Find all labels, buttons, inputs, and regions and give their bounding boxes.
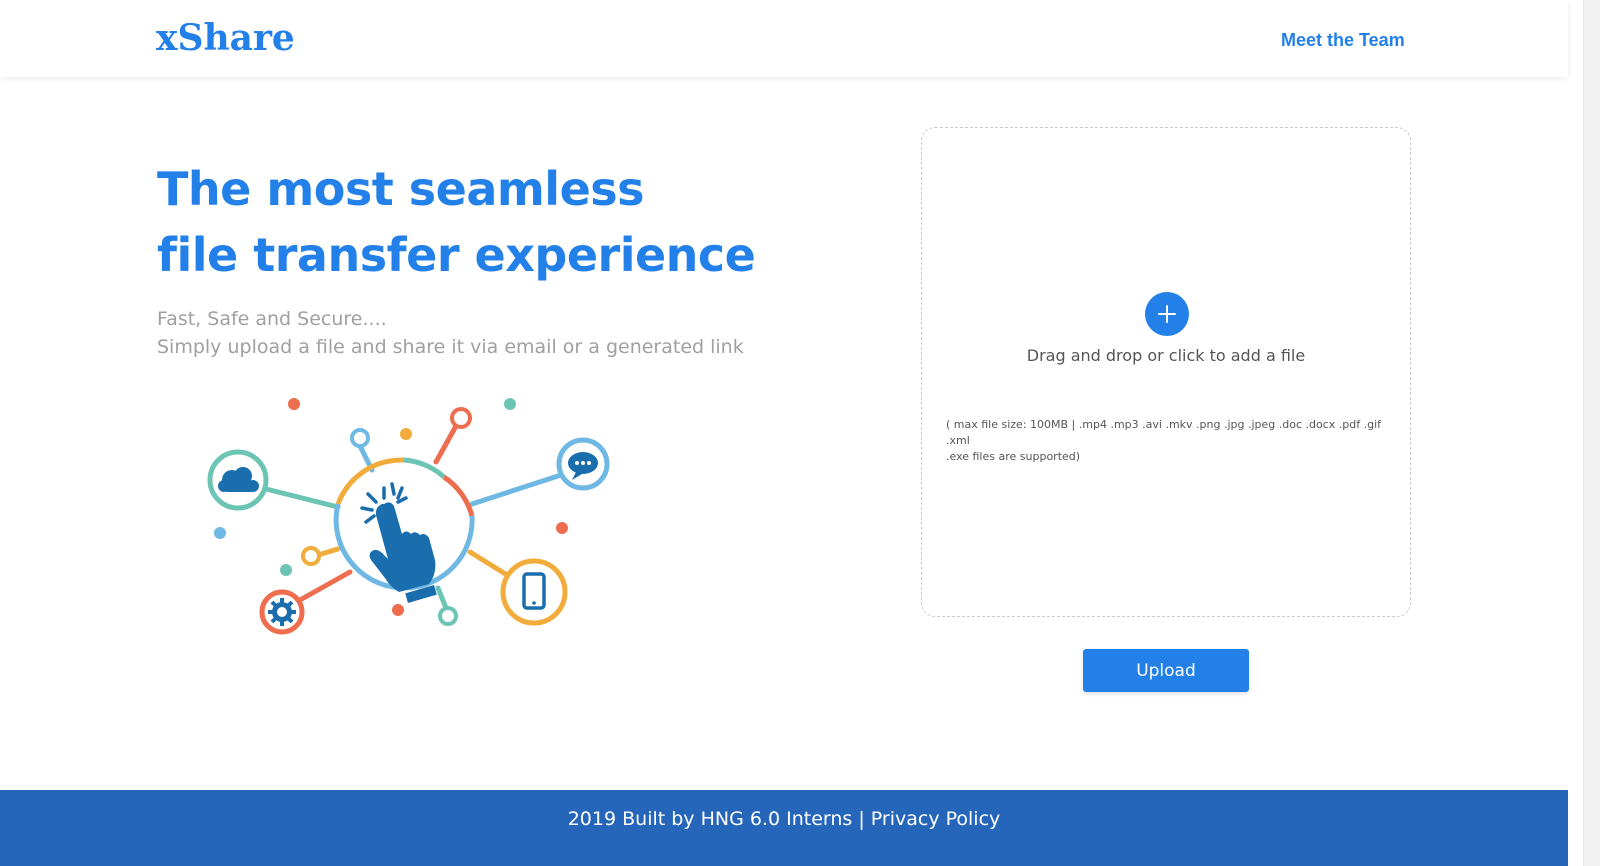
page-scrollbar[interactable] [1583, 0, 1600, 866]
decor-dot [392, 604, 404, 616]
network-illustration [207, 398, 610, 635]
subline-line-2: Simply upload a file and share it via em… [157, 336, 744, 358]
hub-ring-segment [442, 474, 475, 517]
navbar: xShare Meet the Team [0, 0, 1568, 77]
upload-button[interactable]: Upload [1083, 649, 1249, 692]
phone-node [500, 558, 568, 626]
footer-separator: | [852, 808, 871, 830]
footer-credit: 2019 Built by HNG 6.0 Interns [567, 808, 853, 830]
connector-line [433, 423, 459, 465]
hero-subline: Fast, Safe and Secure.... Simply upload … [157, 305, 744, 361]
meet-the-team-link[interactable]: Meet the Team [1281, 30, 1405, 51]
decor-dot [556, 522, 568, 534]
supported-files-note-line-1: ( max file size: 100MB | .mp4 .mp3 .avi … [946, 418, 1382, 447]
connector-line [297, 569, 353, 603]
decor-dot [280, 564, 292, 576]
supported-files-note: ( max file size: 100MB | .mp4 .mp3 .avi … [946, 417, 1386, 465]
add-file-plus-icon[interactable] [1145, 292, 1189, 336]
decor-dot [400, 428, 412, 440]
headline-line-2: file transfer experience [157, 228, 756, 282]
footer-text: 2019 Built by HNG 6.0 Interns | Privacy … [0, 808, 1568, 830]
headline-line-1: The most seamless [157, 162, 645, 216]
connector-line [435, 585, 449, 611]
hero-headline: The most seamless file transfer experien… [157, 156, 756, 288]
ring-endpoint [450, 407, 472, 429]
footer: 2019 Built by HNG 6.0 Interns | Privacy … [0, 790, 1568, 866]
ring-endpoint [438, 606, 458, 626]
supported-files-note-line-2: .exe files are supported) [946, 450, 1081, 463]
connector-line [263, 486, 341, 510]
decor-dot [214, 527, 226, 539]
subline-line-1: Fast, Safe and Secure.... [157, 308, 387, 330]
ring-endpoint [301, 546, 321, 566]
gear-icon [268, 598, 296, 626]
dropzone-instruction: Drag and drop or click to add a file [1026, 346, 1306, 365]
brand-logo[interactable]: xShare [156, 17, 295, 59]
privacy-policy-link[interactable]: Privacy Policy [871, 808, 1000, 830]
decor-dot [288, 398, 300, 410]
connector-line [315, 546, 341, 558]
decor-dot [504, 398, 516, 410]
file-dropzone[interactable]: Drag and drop or click to add a file ( m… [921, 127, 1411, 617]
ring-endpoint [350, 428, 370, 448]
connector-line [469, 473, 561, 507]
